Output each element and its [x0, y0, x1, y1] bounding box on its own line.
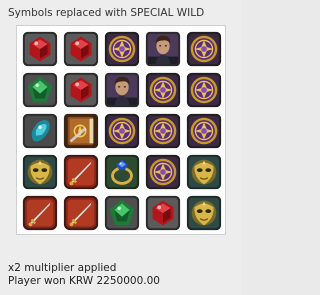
red-gem-icon: [62, 71, 100, 109]
wild-medallion-icon: [144, 153, 182, 191]
symbol-cell: [183, 192, 224, 233]
symbol-grid: [19, 28, 224, 233]
wild-medallion-icon: [103, 112, 141, 150]
symbol-cell: [101, 192, 142, 233]
wild-medallion-icon: [185, 30, 223, 68]
wild-medallion-icon: [185, 71, 223, 109]
green-gem-icon: [103, 194, 141, 232]
symbol-cell: [60, 110, 101, 151]
symbol-cell: [19, 69, 60, 110]
symbol-cell: [142, 110, 183, 151]
golden-mask-icon: [185, 194, 223, 232]
symbol-cell: [60, 151, 101, 192]
symbol-cell: [60, 28, 101, 69]
symbol-cell: [183, 151, 224, 192]
sword-emblem-icon: [21, 194, 59, 232]
symbol-cell: [142, 69, 183, 110]
sapphire-ring-icon: [103, 153, 141, 191]
symbol-cell: [60, 69, 101, 110]
wild-medallion-icon: [103, 30, 141, 68]
symbol-cell: [183, 28, 224, 69]
symbol-cell: [60, 192, 101, 233]
symbol-cell: [19, 110, 60, 151]
symbol-cell: [101, 28, 142, 69]
hero-portrait-icon: [103, 71, 141, 109]
symbol-cell: [142, 151, 183, 192]
symbol-cell: [101, 110, 142, 151]
golden-mask-icon: [185, 153, 223, 191]
sword-emblem-icon: [62, 194, 100, 232]
win-summary: x2 multiplier applied Player won KRW 225…: [8, 262, 160, 288]
teal-gem-icon: [21, 112, 59, 150]
symbol-cell: [142, 28, 183, 69]
red-gem-icon: [62, 30, 100, 68]
red-gem-icon: [144, 194, 182, 232]
symbol-cell: [183, 110, 224, 151]
symbol-cell: [142, 192, 183, 233]
multiplier-text: x2 multiplier applied: [8, 262, 117, 274]
green-gem-icon: [21, 71, 59, 109]
symbol-cell: [19, 192, 60, 233]
golden-mask-icon: [21, 153, 59, 191]
spellbook-icon: [62, 112, 100, 150]
wild-medallion-icon: [144, 112, 182, 150]
symbol-cell: [19, 28, 60, 69]
win-amount-text: Player won KRW 2250000.00: [8, 275, 160, 287]
status-header: Symbols replaced with SPECIAL WILD: [8, 7, 205, 19]
red-gem-icon: [21, 30, 59, 68]
hero-portrait-icon: [144, 30, 182, 68]
reel-board: [16, 25, 226, 235]
result-panel: Symbols replaced with SPECIAL WILD x2 mu…: [0, 0, 241, 295]
sword-emblem-icon: [62, 153, 100, 191]
wild-medallion-icon: [185, 112, 223, 150]
symbol-cell: [101, 69, 142, 110]
symbol-cell: [19, 151, 60, 192]
wild-medallion-icon: [144, 71, 182, 109]
symbol-cell: [101, 151, 142, 192]
symbol-cell: [183, 69, 224, 110]
